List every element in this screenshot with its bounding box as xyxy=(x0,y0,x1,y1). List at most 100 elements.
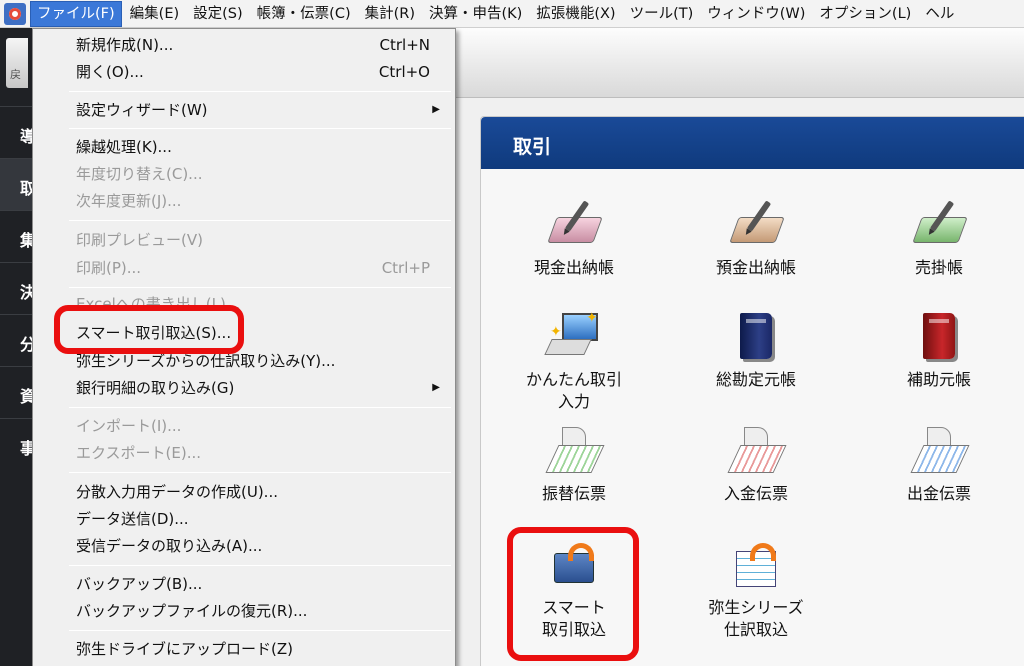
tile-sub-ledger[interactable]: 補助元帳 xyxy=(864,311,1014,391)
tile-label: 出金伝票 xyxy=(906,484,971,503)
tile-label: 総勘定元帳 xyxy=(715,370,796,389)
menu-item-shortcut: Ctrl+P xyxy=(381,259,430,277)
menu-options[interactable]: オプション(L) xyxy=(813,2,917,26)
menu-file[interactable]: ファイル(F) xyxy=(30,0,122,27)
menu-edit[interactable]: 編集(E) xyxy=(124,2,185,26)
menu-item-label: 分散入力用データの作成(U)... xyxy=(76,483,278,501)
menu-item-label: 開く(O)... xyxy=(76,63,144,81)
tile-smart-import[interactable]: スマート 取引取込 xyxy=(499,539,649,641)
cash-book-icon xyxy=(544,199,604,255)
menu-item-label: 受信データの取り込み(A)... xyxy=(76,537,263,555)
menu-item-label: 弥生シリーズからの仕訳取り込み(Y)... xyxy=(76,352,336,370)
tile-label: 現金出納帳 xyxy=(533,258,614,277)
tile-payment-slip[interactable]: 出金伝票 xyxy=(864,425,1014,505)
menu-tools[interactable]: ツール(T) xyxy=(624,2,700,26)
tile-label: スマート 取引取込 xyxy=(541,598,606,639)
menu-item-receive-data[interactable]: 受信データの取り込み(A)... xyxy=(34,533,454,559)
menu-closing[interactable]: 決算・申告(K) xyxy=(423,2,528,26)
menu-separator xyxy=(69,472,451,473)
menu-item-label: エクスポート(E)... xyxy=(76,444,202,462)
tile-easy-entry[interactable]: ✦ ✦ かんたん取引 入力 xyxy=(499,310,649,413)
menu-item-label: データ送信(D)... xyxy=(76,510,189,528)
transfer-slip-icon xyxy=(544,425,605,481)
menu-item-export: エクスポート(E)... xyxy=(34,440,454,466)
menu-separator xyxy=(69,91,451,92)
menu-item-distributed-data[interactable]: 分散入力用データの作成(U)... xyxy=(34,479,454,505)
menu-item-label: 年度切り替え(C)... xyxy=(76,165,203,183)
menu-settings[interactable]: 設定(S) xyxy=(187,2,249,26)
menu-separator xyxy=(69,128,451,129)
nav-item-summary[interactable]: 集 xyxy=(0,210,36,262)
tile-label: 振替伝票 xyxy=(541,484,606,503)
menu-item-print: 印刷(P)... Ctrl+P xyxy=(34,255,454,281)
menu-item-excel-export: Excelへの書き出し(L)... xyxy=(34,291,454,317)
tile-transfer-slip[interactable]: 振替伝票 xyxy=(499,425,649,505)
tile-receipt-slip[interactable]: 入金伝票 xyxy=(681,425,831,505)
sub-ledger-icon xyxy=(909,311,969,367)
menu-item-carry-over[interactable]: 繰越処理(K)... xyxy=(34,134,454,160)
tile-label: 補助元帳 xyxy=(906,370,971,389)
tile-general-ledger[interactable]: 総勘定元帳 xyxy=(681,311,831,391)
receivable-book-icon xyxy=(909,199,969,255)
menu-separator xyxy=(69,287,451,288)
menu-item-send-data[interactable]: データ送信(D)... xyxy=(34,506,454,532)
nav-item-closing[interactable]: 決 xyxy=(0,262,36,314)
panel-title: 取引 xyxy=(481,117,1024,169)
menu-window[interactable]: ウィンドウ(W) xyxy=(701,2,811,26)
menu-item-new[interactable]: 新規作成(N)... Ctrl+N xyxy=(34,32,454,58)
tile-label: 入金伝票 xyxy=(723,484,788,503)
menu-item-label: 印刷(P)... xyxy=(76,259,142,277)
tile-label: 預金出納帳 xyxy=(715,258,796,277)
tile-yayoi-import[interactable]: 弥生シリーズ 仕訳取込 xyxy=(681,539,831,641)
easy-entry-icon: ✦ ✦ xyxy=(544,310,604,367)
menu-item-import: インポート(I)... xyxy=(34,413,454,439)
menu-item-label: インポート(I)... xyxy=(76,417,182,435)
menu-item-label: 銀行明細の取り込み(G) xyxy=(76,379,235,397)
tile-label: 売掛帳 xyxy=(914,258,963,277)
smart-import-icon xyxy=(544,539,604,595)
menu-item-bank-statement-import[interactable]: 銀行明細の取り込み(G) ▶ xyxy=(34,375,454,401)
menu-separator xyxy=(69,220,451,221)
nav-item-analysis[interactable]: 分 xyxy=(0,314,36,366)
menu-separator xyxy=(69,630,451,631)
menu-books[interactable]: 帳簿・伝票(C) xyxy=(251,2,357,26)
menu-item-setup-wizard[interactable]: 設定ウィザード(W) ▶ xyxy=(34,97,454,123)
transactions-panel: 取引 現金出納帳 預金出納帳 売掛帳 ✦ ✦ かんたん取引 入力 総勘定元帳 補助… xyxy=(480,116,1024,666)
receipt-slip-icon xyxy=(726,425,787,481)
menu-item-label: 繰越処理(K)... xyxy=(76,138,172,156)
nav-item-assets[interactable]: 資 xyxy=(0,366,36,418)
menu-item-shortcut: Ctrl+O xyxy=(378,63,430,81)
nav-item-transactions[interactable]: 取 xyxy=(0,158,36,210)
menu-extensions[interactable]: 拡張機能(X) xyxy=(530,2,621,26)
menu-item-smart-import[interactable]: スマート取引取込(S)... xyxy=(34,320,454,346)
menu-separator xyxy=(69,407,451,408)
tile-deposit-book[interactable]: 預金出納帳 xyxy=(681,199,831,279)
menu-item-label: バックアップファイルの復元(R)... xyxy=(76,602,308,620)
back-button[interactable]: 戻 xyxy=(6,38,28,88)
menu-item-upload-drive[interactable]: 弥生ドライブにアップロード(Z) xyxy=(34,636,454,662)
tile-receivable-book[interactable]: 売掛帳 xyxy=(864,199,1014,279)
app-icon[interactable] xyxy=(4,2,26,25)
menu-item-yayoi-journal-import[interactable]: 弥生シリーズからの仕訳取り込み(Y)... xyxy=(34,348,454,374)
menu-help[interactable]: ヘル xyxy=(919,2,960,26)
menu-item-restore-backup[interactable]: バックアップファイルの復元(R)... xyxy=(34,598,454,624)
nav-item-business[interactable]: 事 xyxy=(0,418,36,470)
menu-item-label: 新規作成(N)... xyxy=(76,36,174,54)
menu-item-shortcut: Ctrl+N xyxy=(379,36,430,54)
payment-slip-icon xyxy=(909,425,970,481)
menu-item-backup[interactable]: バックアップ(B)... xyxy=(34,571,454,597)
menu-summary[interactable]: 集計(R) xyxy=(359,2,421,26)
menu-item-open[interactable]: 開く(O)... Ctrl+O xyxy=(34,59,454,85)
tile-label: かんたん取引 入力 xyxy=(525,370,622,411)
menu-item-label: 次年度更新(J)... xyxy=(76,192,182,210)
tile-cash-book[interactable]: 現金出納帳 xyxy=(499,199,649,279)
menu-item-label: Excelへの書き出し(L)... xyxy=(76,295,241,313)
nav-item-intro[interactable]: 導 xyxy=(0,106,36,158)
menu-item-label: バックアップ(B)... xyxy=(76,575,203,593)
menu-item-year-switch: 年度切り替え(C)... xyxy=(34,161,454,187)
menu-item-label: 印刷プレビュー(V) xyxy=(76,231,203,249)
yayoi-import-icon xyxy=(726,539,786,595)
submenu-arrow-icon: ▶ xyxy=(432,382,440,393)
deposit-book-icon xyxy=(726,199,786,255)
menu-item-next-year: 次年度更新(J)... xyxy=(34,188,454,214)
